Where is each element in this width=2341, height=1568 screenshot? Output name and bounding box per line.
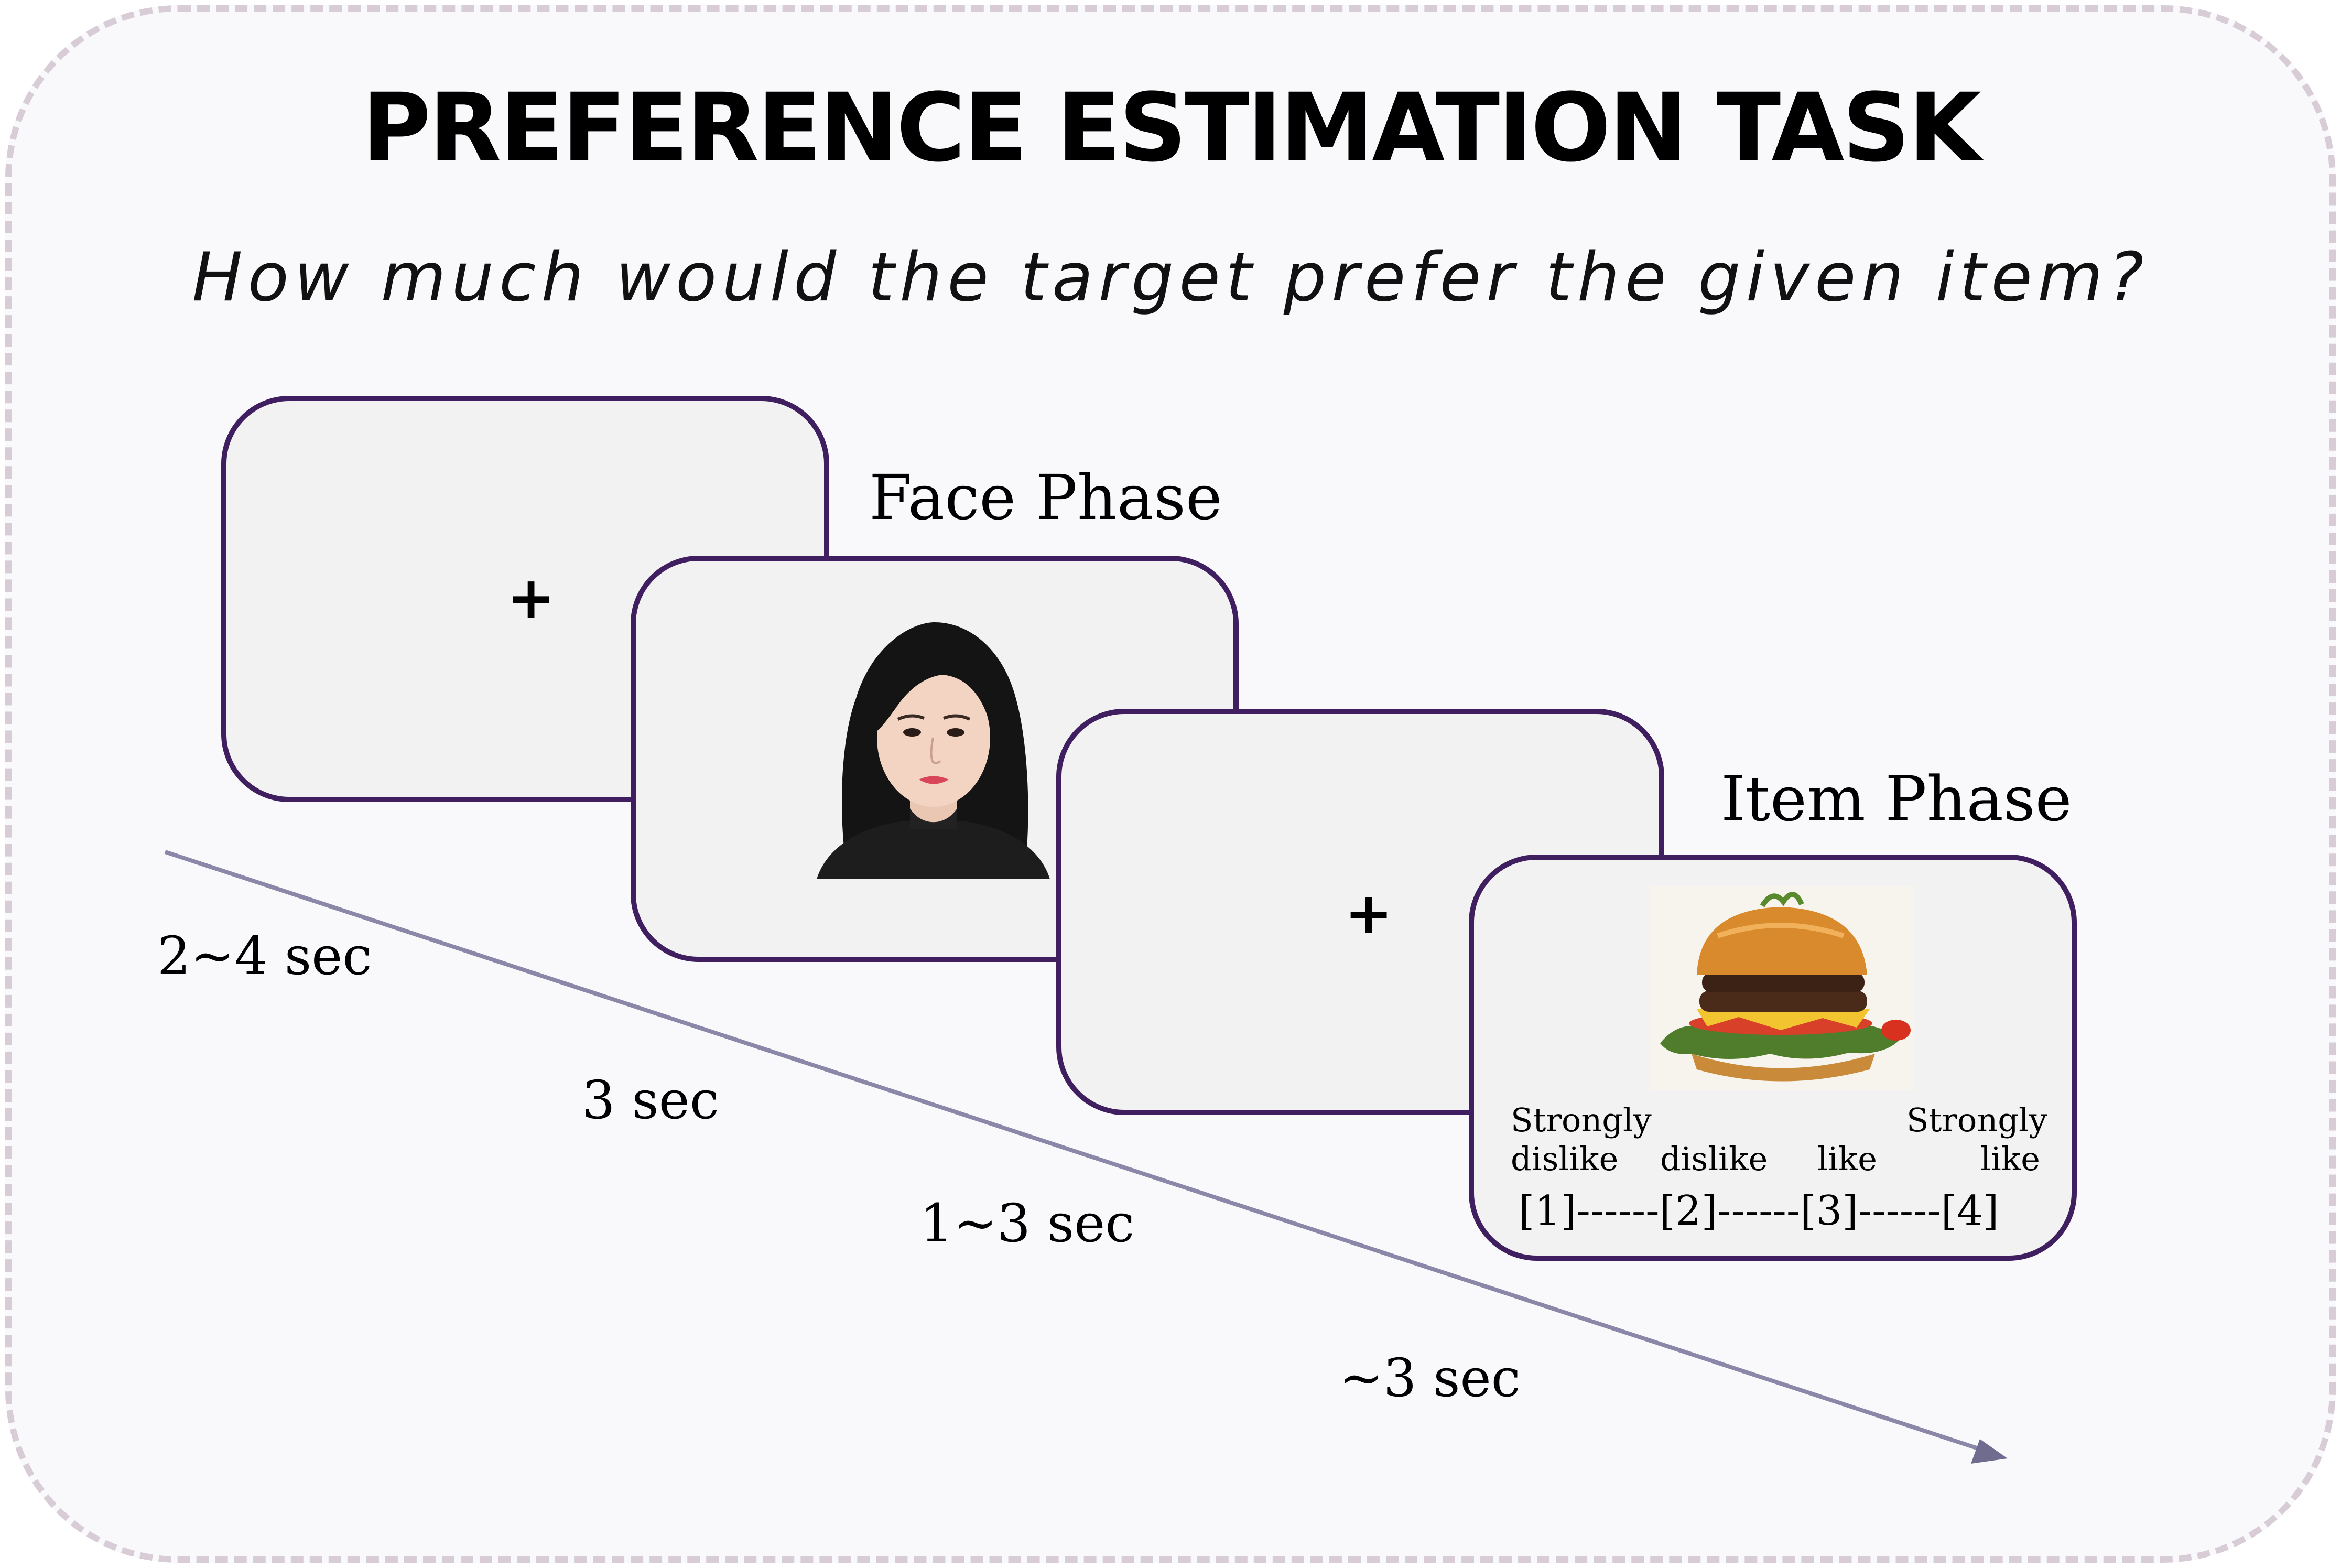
scale-label-3-line2: like — [1817, 1140, 1877, 1178]
scale-label-1: Strongly dislike — [1511, 1101, 1652, 1178]
scale-label-4-line2: like — [1980, 1140, 2040, 1178]
item-card: Strongly dislike dislike like Strongly l… — [1469, 855, 2077, 1261]
fixation-cross-1: + — [507, 564, 556, 631]
scale-label-2-line2: dislike — [1660, 1140, 1768, 1178]
scale-label-3: like — [1817, 1101, 1877, 1178]
rating-scale: [1]------[2]------[3]------[4] — [1519, 1187, 1999, 1235]
timing-label-face: 3 sec — [582, 1069, 719, 1131]
timing-label-fixation-1: 2~4 sec — [157, 925, 372, 987]
timeline-arrowhead — [1971, 1439, 2008, 1464]
scale-label-4-line1: Strongly — [1906, 1101, 2047, 1139]
item-phase-label: Item Phase — [1721, 763, 2072, 835]
scale-label-1-line1: Strongly — [1511, 1101, 1652, 1139]
face-photo — [817, 620, 1050, 879]
timing-label-fixation-2: 1~3 sec — [920, 1193, 1135, 1254]
hamburger-photo — [1650, 886, 1914, 1090]
face-phase-label: Face Phase — [869, 461, 1222, 534]
scale-label-4: Strongly like — [1906, 1101, 2047, 1178]
scale-label-2-line1 — [1660, 1101, 1768, 1140]
timing-label-item: ~3 sec — [1339, 1347, 1521, 1409]
scale-label-3-line1 — [1817, 1101, 1877, 1140]
fixation-cross-2: + — [1345, 880, 1393, 947]
scale-label-1-line2: dislike — [1511, 1140, 1619, 1178]
scale-label-2: dislike — [1660, 1101, 1768, 1178]
